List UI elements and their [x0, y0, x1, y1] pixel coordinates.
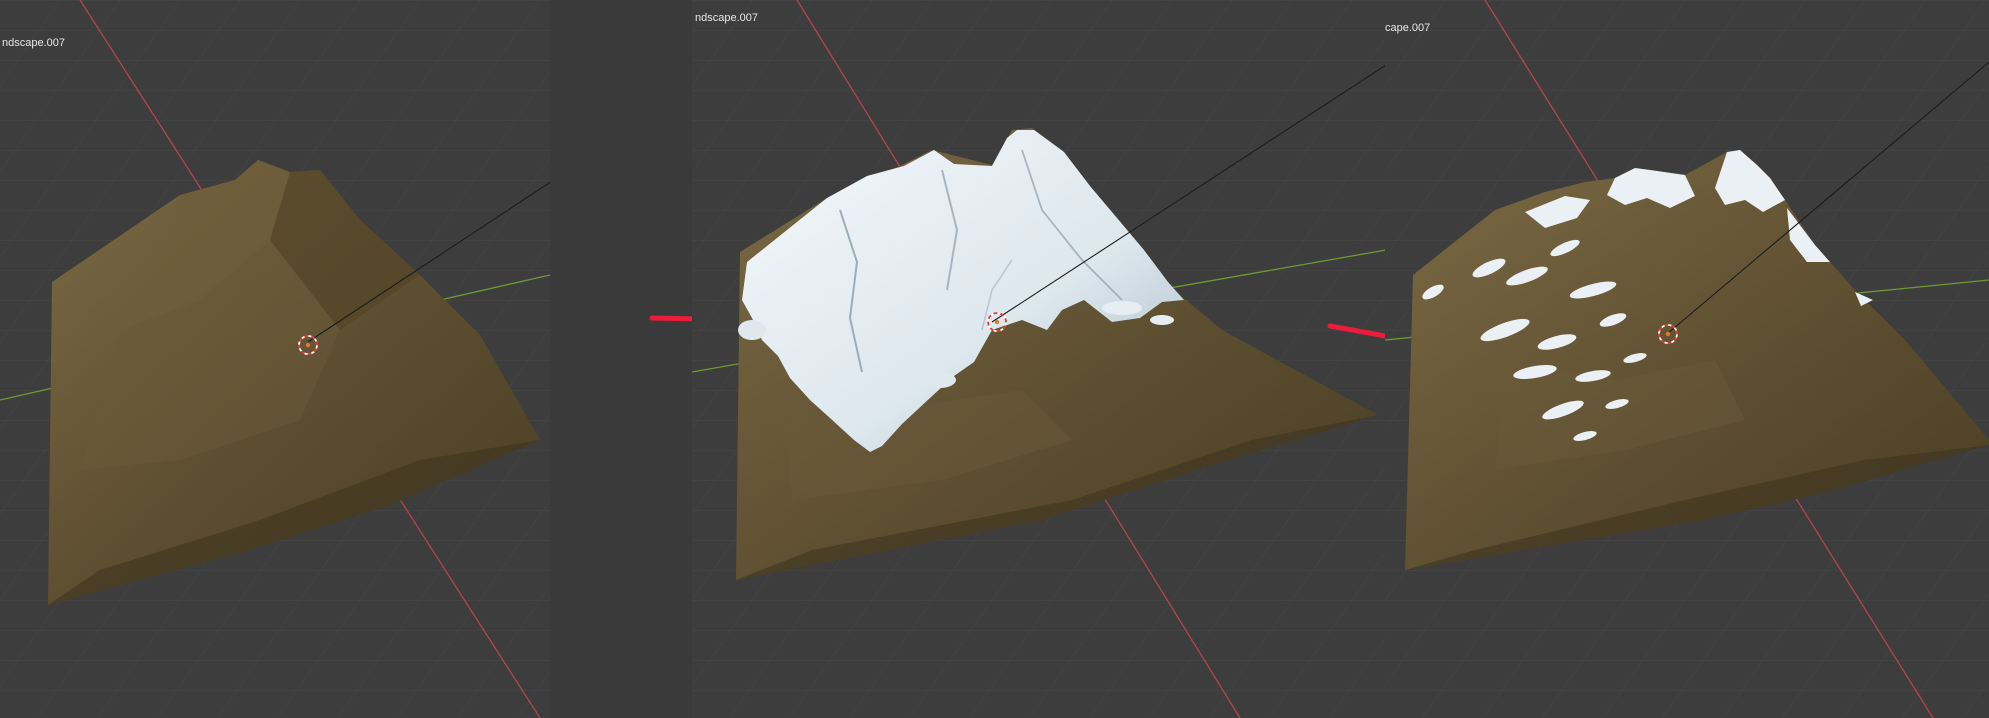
viewport-1[interactable]: ndscape.007: [0, 0, 550, 718]
object-name-label: ndscape.007: [2, 37, 65, 49]
viewport-2-canvas[interactable]: [692, 0, 1386, 718]
viewport-3[interactable]: cape.007: [1385, 0, 1989, 718]
viewport-2[interactable]: ndscape.007: [692, 0, 1386, 718]
object-name-label: cape.007: [1385, 22, 1431, 34]
viewport-1-canvas[interactable]: [0, 0, 550, 718]
object-name-label: ndscape.007: [695, 12, 758, 24]
viewport-3-canvas[interactable]: [1385, 0, 1989, 718]
